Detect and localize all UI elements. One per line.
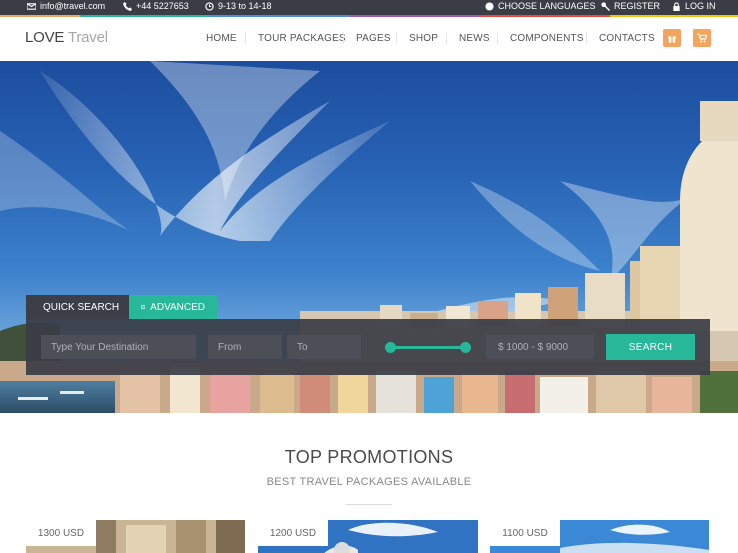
search-tabs: QUICK SEARCH ADVANCED (26, 295, 217, 319)
promo-card[interactable]: 1200 USD (258, 520, 478, 553)
section-divider (346, 504, 392, 505)
clock-icon (205, 1, 214, 11)
top-bar: info@travel.com +44 5227653 9-13 to 14-1… (0, 0, 738, 17)
login-link[interactable]: LOG IN (672, 1, 716, 11)
phone-text: +44 5227653 (136, 1, 189, 11)
gift-button[interactable] (663, 29, 681, 47)
nav-divider (497, 32, 498, 44)
login-label: LOG IN (685, 1, 716, 11)
nav-divider (343, 32, 344, 44)
logo-bold: LOVE (25, 29, 65, 46)
nav-news[interactable]: NEWS (459, 33, 490, 44)
grid-icon (141, 304, 146, 310)
site-logo[interactable]: LOVE Travel (25, 29, 108, 46)
lock-icon (673, 1, 680, 11)
nav-pages[interactable]: PAGES (356, 33, 391, 44)
nav-tour-packages[interactable]: TOUR PACKAGES (258, 33, 346, 44)
email-text: info@travel.com (40, 1, 106, 11)
nav-contacts[interactable]: CONTACTS (599, 33, 655, 44)
cart-icon (697, 33, 707, 43)
quick-search-panel: Type Your Destination From To $ 1000 - $… (26, 319, 710, 375)
nav-divider (586, 32, 587, 44)
hours-info: 9-13 to 14-18 (205, 1, 272, 11)
price-slider-max-handle[interactable] (460, 342, 471, 353)
price-slider-min-handle[interactable] (385, 342, 396, 353)
choose-languages-link[interactable]: CHOOSE LANGUAGES (485, 1, 596, 11)
date-from-input[interactable]: From (208, 335, 282, 359)
register-link[interactable]: REGISTER (601, 1, 660, 11)
nav-home[interactable]: HOME (206, 33, 237, 44)
destination-input[interactable]: Type Your Destination (41, 335, 196, 359)
cart-button[interactable] (693, 29, 711, 47)
choose-languages-label: CHOOSE LANGUAGES (498, 1, 596, 11)
tab-advanced[interactable]: ADVANCED (129, 295, 217, 319)
nav-divider (245, 32, 246, 44)
tab-quick-search-label: QUICK SEARCH (43, 301, 120, 313)
promo-card[interactable]: 1100 USD (490, 520, 709, 553)
section-title: TOP PROMOTIONS (284, 447, 454, 467)
tab-quick-search[interactable]: QUICK SEARCH (26, 295, 129, 319)
nav-divider (446, 32, 447, 44)
envelope-icon (27, 2, 36, 10)
hours-text: 9-13 to 14-18 (218, 1, 272, 11)
site-header: LOVE Travel HOME TOUR PACKAGES PAGES SHO… (0, 17, 738, 61)
email-contact[interactable]: info@travel.com (27, 1, 105, 11)
price-slider-track[interactable] (390, 346, 466, 349)
date-to-input[interactable]: To (287, 335, 361, 359)
price-tag: 1200 USD (258, 520, 328, 546)
price-tag: 1100 USD (490, 520, 560, 546)
tab-advanced-label: ADVANCED (150, 301, 205, 313)
nav-components[interactable]: COMPONENTS (510, 33, 584, 44)
search-button[interactable]: SEARCH (606, 334, 695, 360)
logo-light: Travel (67, 29, 108, 46)
phone-contact: +44 5227653 (123, 1, 189, 11)
globe-icon (485, 1, 494, 11)
price-range-display: $ 1000 - $ 9000 (486, 335, 594, 359)
price-tag: 1300 USD (26, 520, 96, 546)
phone-icon (123, 1, 132, 11)
nav-divider (396, 32, 397, 44)
register-label: REGISTER (614, 1, 661, 11)
key-icon (601, 1, 610, 11)
promo-card[interactable]: 1300 USD (26, 520, 245, 553)
section-subtitle: BEST TRAVEL PACKAGES AVAILABLE (266, 476, 472, 488)
gift-icon (668, 36, 676, 43)
nav-shop[interactable]: SHOP (409, 33, 438, 44)
